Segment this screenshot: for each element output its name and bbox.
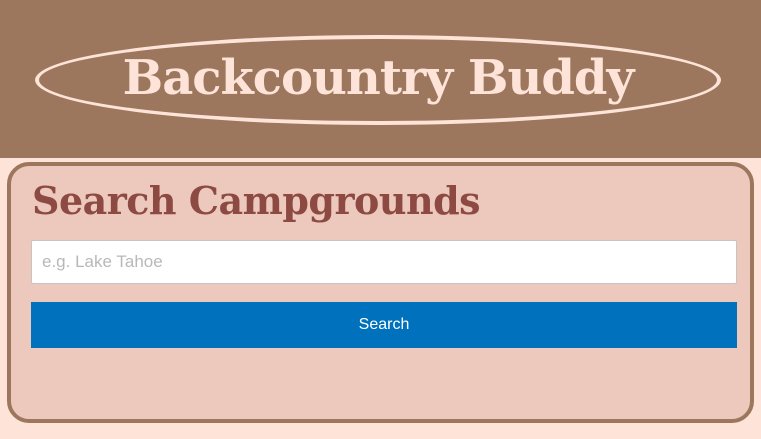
search-heading: Search Campgrounds — [32, 178, 481, 223]
title-oval: Backcountry Buddy — [35, 35, 721, 125]
site-header: Backcountry Buddy — [0, 0, 761, 158]
search-button[interactable]: Search — [31, 302, 737, 348]
search-panel: Search Campgrounds Search — [7, 162, 754, 423]
search-input[interactable] — [31, 240, 737, 284]
site-title: Backcountry Buddy — [122, 50, 635, 106]
